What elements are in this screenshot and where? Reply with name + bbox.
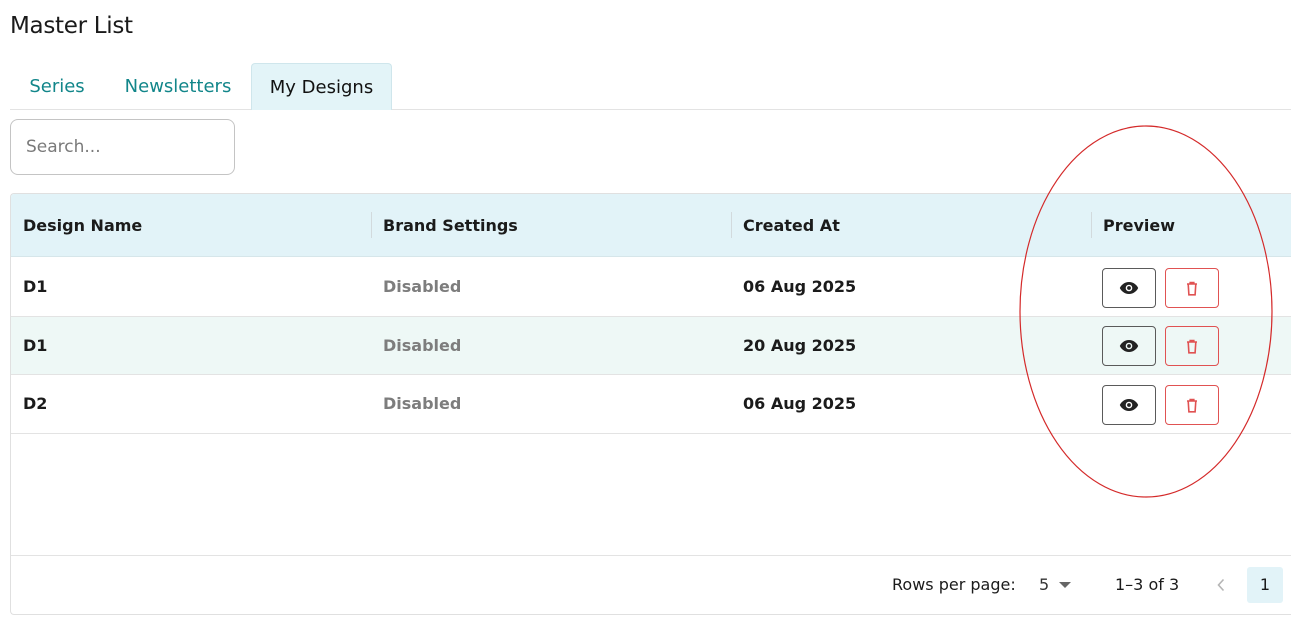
cell-brand-settings: Disabled [383,394,462,413]
delete-button[interactable] [1165,385,1219,425]
page-title: Master List [10,13,133,39]
cell-created-at: 20 Aug 2025 [743,336,857,355]
trash-icon [1187,339,1197,354]
column-header-preview: Preview [1091,194,1176,257]
table-row[interactable]: D1 Disabled 06 Aug 2025 [11,257,1291,317]
page-button-current[interactable]: 1 [1247,567,1283,603]
chevron-left-icon [1217,578,1225,592]
cell-brand-settings: Disabled [383,277,462,296]
column-separator [1091,212,1092,238]
tab-my-designs[interactable]: My Designs [251,63,392,110]
designs-table: Design Name Brand Settings Created At Pr… [10,193,1291,615]
cell-design-name: D1 [23,277,48,296]
eye-icon [1119,282,1139,294]
trash-icon [1187,398,1197,413]
cell-created-at: 06 Aug 2025 [743,394,857,413]
tab-newsletters[interactable]: Newsletters [110,63,246,110]
column-header-label: Preview [1103,216,1176,235]
table-footer: Rows per page: 5 1–3 of 3 1 [11,555,1291,614]
rows-per-page-value: 5 [1039,574,1050,594]
tab-series[interactable]: Series [10,63,104,110]
delete-button[interactable] [1165,326,1219,366]
column-header-created-at: Created At [731,194,840,257]
eye-icon [1119,399,1139,411]
column-header-label: Created At [743,216,840,235]
cell-design-name: D2 [23,394,48,413]
delete-button[interactable] [1165,268,1219,308]
trash-icon [1187,281,1197,296]
previous-page-button[interactable] [1207,570,1235,600]
rows-per-page-select[interactable]: 5 [1039,570,1072,598]
cell-created-at: 06 Aug 2025 [743,277,857,296]
search-input[interactable] [10,119,235,175]
cell-design-name: D1 [23,336,48,355]
preview-button[interactable] [1102,385,1156,425]
pagination-range: 1–3 of 3 [1115,575,1180,594]
table-header: Design Name Brand Settings Created At Pr… [11,194,1291,257]
eye-icon [1119,340,1139,352]
cell-brand-settings: Disabled [383,336,462,355]
preview-button[interactable] [1102,326,1156,366]
rows-per-page-label: Rows per page: [892,575,1016,594]
tab-bar: Series Newsletters My Designs [10,63,1291,110]
table-row[interactable]: D2 Disabled 06 Aug 2025 [11,375,1291,434]
column-header-label: Brand Settings [383,216,518,235]
column-header-brand-settings: Brand Settings [371,194,518,257]
preview-button[interactable] [1102,268,1156,308]
caret-down-icon [1059,582,1072,588]
column-header-design-name: Design Name [23,216,143,235]
column-separator [731,212,732,238]
table-row[interactable]: D1 Disabled 20 Aug 2025 [11,317,1291,375]
column-separator [371,212,372,238]
